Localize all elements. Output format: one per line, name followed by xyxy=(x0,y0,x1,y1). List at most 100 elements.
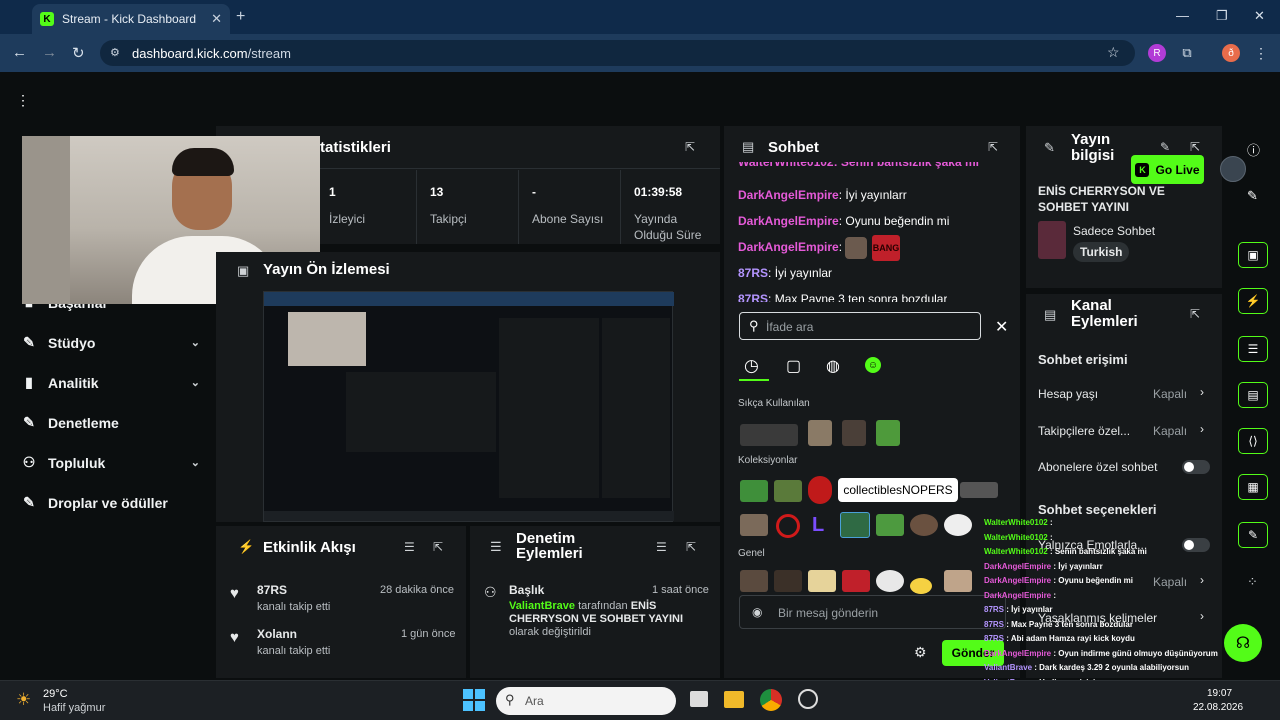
rail-lightning-icon[interactable]: ⚡ xyxy=(1238,288,1268,314)
chat-username[interactable]: DarkAngelEmpire xyxy=(738,214,839,228)
chevron-right-icon[interactable]: › xyxy=(1200,422,1204,436)
support-headset-icon[interactable]: ☊ xyxy=(1224,624,1262,662)
rail-wrench-icon[interactable]: ✎ xyxy=(1238,522,1268,548)
reload-icon[interactable]: ↻ xyxy=(72,44,85,62)
emote[interactable] xyxy=(774,570,802,592)
emote[interactable] xyxy=(944,570,972,592)
emote[interactable] xyxy=(776,514,800,538)
stream-info-popout-icon[interactable]: ⇱ xyxy=(1190,140,1200,154)
pencil-icon[interactable]: ✎ xyxy=(1247,188,1258,204)
category-name[interactable]: Sadece Sohbet xyxy=(1073,224,1155,238)
chevron-right-icon[interactable]: › xyxy=(1200,385,1204,399)
emote-selected[interactable] xyxy=(840,512,870,538)
go-live-button[interactable]: K Go Live xyxy=(1131,155,1204,184)
chrome-icon[interactable] xyxy=(760,689,782,711)
channel-actions-popout-icon[interactable]: ⇱ xyxy=(1190,307,1200,321)
globe-tab-icon[interactable]: ◍ xyxy=(826,356,840,376)
activity-user[interactable]: Xolann xyxy=(257,627,297,641)
emote[interactable] xyxy=(876,514,904,536)
chat-message-input[interactable]: ◉ Bir mesaj gönderin xyxy=(739,595,1006,629)
sidebar-item[interactable]: ▮ Analitik ⌄ xyxy=(20,374,200,391)
emote[interactable]: L xyxy=(812,514,830,536)
chat-username[interactable]: 87RS xyxy=(738,266,768,280)
emote[interactable] xyxy=(944,514,972,536)
browser-menu-icon[interactable]: ⋮ xyxy=(1252,44,1270,62)
chat-username[interactable]: DarkAngelEmpire xyxy=(738,240,839,254)
emote[interactable] xyxy=(842,570,870,592)
sidebar-item[interactable]: ✎ Droplar ve ödüller xyxy=(20,494,200,511)
emote[interactable] xyxy=(808,476,832,504)
profile-avatar[interactable]: ð xyxy=(1222,44,1240,62)
emotes-only-toggle[interactable] xyxy=(1182,538,1210,552)
extensions-puzzle-icon[interactable]: ⧉ xyxy=(1178,44,1196,62)
emote[interactable] xyxy=(740,424,798,446)
obs-icon[interactable] xyxy=(798,689,818,709)
file-explorer-icon[interactable] xyxy=(724,691,744,708)
option-value[interactable]: Kapalı xyxy=(1153,575,1187,589)
emote[interactable] xyxy=(740,514,768,536)
account-age-value[interactable]: Kapalı xyxy=(1153,387,1187,401)
moderation-popout-icon[interactable]: ⇱ xyxy=(686,540,696,554)
emote[interactable] xyxy=(960,482,998,498)
emote[interactable] xyxy=(774,480,802,502)
url-input[interactable]: dashboard.kick.com/stream xyxy=(100,40,1135,66)
sidebar-item[interactable]: ✎ Stüdyo ⌄ xyxy=(20,334,200,351)
forward-icon[interactable]: → xyxy=(42,44,57,61)
emote[interactable] xyxy=(876,570,904,592)
sidebar-menu-icon[interactable]: ⋮ xyxy=(16,92,30,109)
clock-time[interactable]: 19:07 xyxy=(1207,688,1232,699)
chevron-right-icon[interactable]: › xyxy=(1200,573,1204,587)
clock-date[interactable]: 22.08.2026 xyxy=(1193,702,1243,713)
weather-temp[interactable]: 29°C xyxy=(43,688,68,700)
emote[interactable] xyxy=(740,480,768,502)
new-tab-icon[interactable]: + xyxy=(236,8,245,26)
recent-tab-icon[interactable]: ◷ xyxy=(744,356,759,376)
emote[interactable] xyxy=(910,578,932,594)
window-close-icon[interactable]: ✕ xyxy=(1254,8,1265,24)
tab-close-icon[interactable]: ✕ xyxy=(211,11,222,27)
emote[interactable] xyxy=(808,420,832,446)
emote[interactable] xyxy=(876,420,900,446)
close-icon[interactable]: ✕ xyxy=(995,317,1008,337)
chat-username[interactable]: DarkAngelEmpire xyxy=(738,188,839,202)
moderation-actor[interactable]: ValiantBrave xyxy=(509,600,575,612)
kick-emote-tab-icon[interactable]: ☺ xyxy=(865,357,881,373)
filter-icon[interactable]: ☰ xyxy=(404,540,415,554)
info-icon[interactable]: ⓘ xyxy=(1247,140,1260,159)
stream-preview-video[interactable] xyxy=(263,291,674,522)
taskbar-search[interactable]: ⚲ Ara xyxy=(496,687,676,715)
subs-only-toggle[interactable] xyxy=(1182,460,1210,474)
emote[interactable] xyxy=(740,570,768,592)
chat-username[interactable]: 87RS xyxy=(738,292,768,302)
back-icon[interactable]: ← xyxy=(12,44,27,61)
collection-tab-icon[interactable]: ▢ xyxy=(786,356,801,376)
bookmark-star-icon[interactable]: ☆ xyxy=(1107,44,1120,61)
filter-icon[interactable]: ☰ xyxy=(656,540,667,554)
rail-code-icon[interactable]: ⟨⟩ xyxy=(1238,428,1268,454)
rail-stats-icon[interactable]: ▣ xyxy=(1238,242,1268,268)
sidebar-item[interactable]: ✎ Denetleme xyxy=(20,414,200,431)
emote-search-input[interactable]: ⚲ İfade ara xyxy=(739,312,981,340)
rail-chat-icon[interactable]: ▤ xyxy=(1238,382,1268,408)
extension-icon[interactable]: R xyxy=(1148,44,1166,62)
chevron-down-icon[interactable]: ⌄ xyxy=(191,336,200,349)
emote[interactable] xyxy=(842,420,866,446)
followers-only-value[interactable]: Kapalı xyxy=(1153,424,1187,438)
edit-pencil-icon[interactable]: ✎ xyxy=(1160,140,1170,154)
activity-popout-icon[interactable]: ⇱ xyxy=(433,540,443,554)
rail-channel-icon[interactable]: ▦ xyxy=(1238,474,1268,500)
stats-popout-icon[interactable]: ⇱ xyxy=(685,140,695,154)
user-avatar[interactable] xyxy=(1220,156,1246,182)
browser-tab[interactable]: K Stream - Kick Dashboard ✕ xyxy=(32,4,230,34)
chevron-right-icon[interactable]: › xyxy=(1200,609,1204,623)
minimize-icon[interactable]: — xyxy=(1176,8,1189,23)
rail-apps-icon[interactable]: ⁘ xyxy=(1247,574,1258,590)
emote[interactable] xyxy=(910,514,938,536)
rail-list-icon[interactable]: ☰ xyxy=(1238,336,1268,362)
chat-settings-gear-icon[interactable]: ⚙ xyxy=(914,644,927,661)
maximize-icon[interactable]: ❐ xyxy=(1216,8,1228,24)
activity-user[interactable]: 87RS xyxy=(257,583,287,597)
chat-popout-icon[interactable]: ⇱ xyxy=(988,140,998,154)
site-info-icon[interactable]: ⚙ xyxy=(110,46,120,59)
chevron-down-icon[interactable]: ⌄ xyxy=(191,376,200,389)
